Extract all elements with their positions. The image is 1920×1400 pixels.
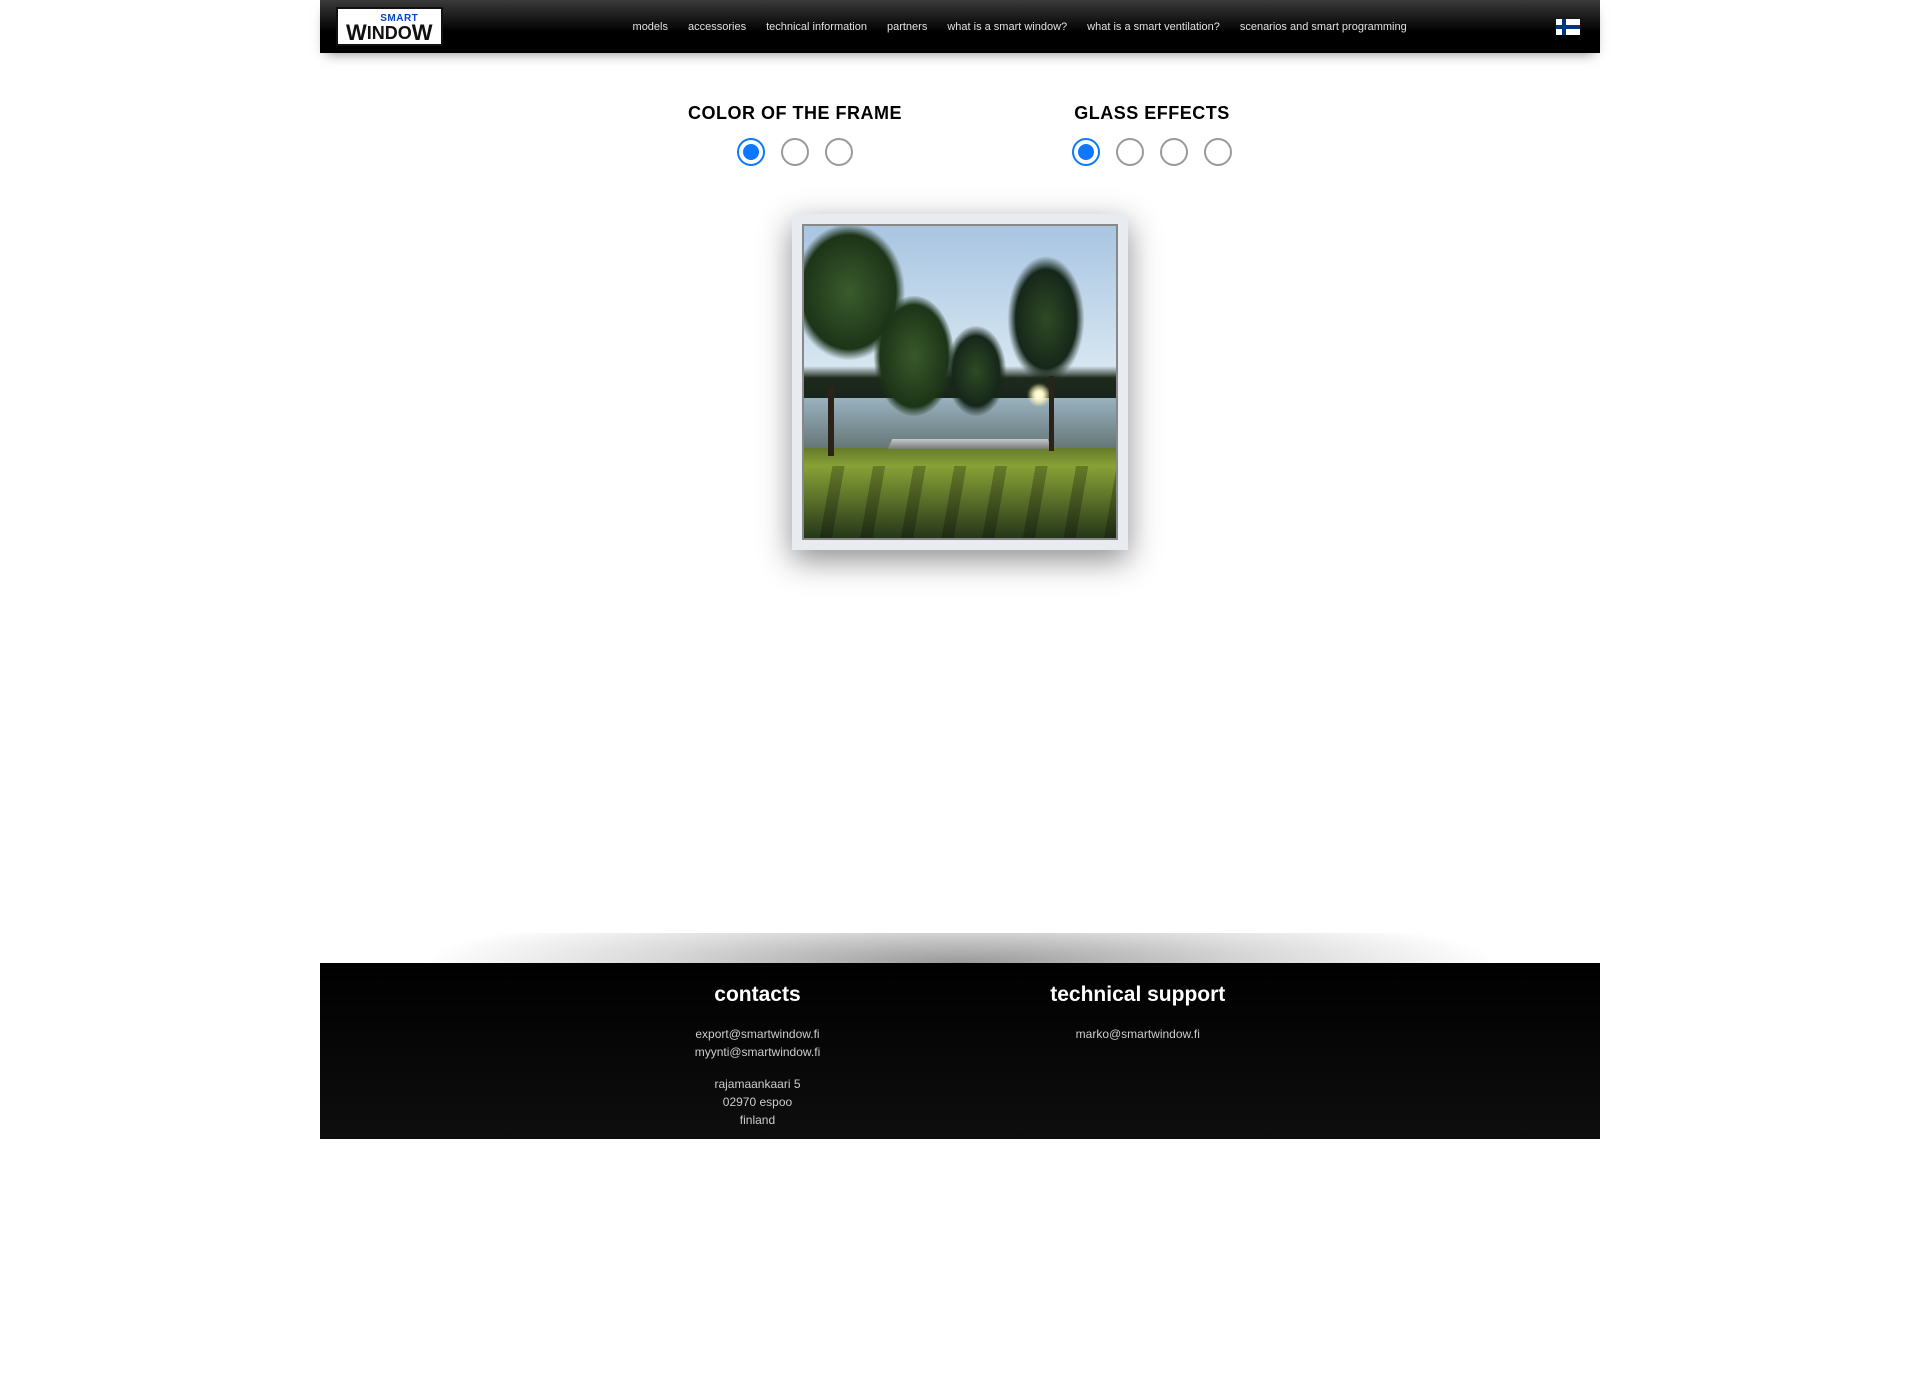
frame-color-radios: [688, 138, 902, 166]
preview-scene: [804, 226, 1116, 538]
scene-shadows: [804, 466, 1116, 538]
glass-effect-option-4[interactable]: [1204, 138, 1232, 166]
footer-support: technical support marko@smartwindow.fi: [1050, 983, 1225, 1131]
frame-color-option-2[interactable]: [781, 138, 809, 166]
footer-contacts-heading: contacts: [695, 983, 821, 1007]
frame-color-option-3[interactable]: [825, 138, 853, 166]
footer-support-heading: technical support: [1050, 983, 1225, 1007]
scene-tree-right: [996, 256, 1096, 436]
window-preview-frame: [792, 214, 1128, 550]
window-preview-pane: [802, 224, 1118, 540]
footer-support-email[interactable]: marko@smartwindow.fi: [1050, 1027, 1225, 1041]
footer-contact-email-2[interactable]: myynti@smartwindow.fi: [695, 1045, 821, 1059]
frame-color-group: COLOR OF THE FRAME: [688, 103, 902, 166]
site-footer: contacts export@smartwindow.fi myynti@sm…: [320, 963, 1600, 1139]
frame-color-heading: COLOR OF THE FRAME: [688, 103, 902, 124]
nav-partners[interactable]: partners: [887, 21, 927, 33]
configurator-main: COLOR OF THE FRAME GLASS EFFECTS: [320, 53, 1600, 753]
nav-accessories[interactable]: accessories: [688, 21, 746, 33]
scene-trunk-right: [1049, 376, 1054, 451]
brand-logo[interactable]: SMART WINDOW: [336, 7, 443, 46]
nav-models[interactable]: models: [633, 21, 668, 33]
nav-smart-ventilation[interactable]: what is a smart ventilation?: [1087, 21, 1220, 33]
nav-technical[interactable]: technical information: [766, 21, 867, 33]
footer-contact-email-1[interactable]: export@smartwindow.fi: [695, 1027, 821, 1041]
nav-scenarios[interactable]: scenarios and smart programming: [1240, 21, 1407, 33]
footer-address-3: finland: [695, 1113, 821, 1127]
language-flag-fi-icon[interactable]: [1556, 19, 1580, 35]
glass-effects-heading: GLASS EFFECTS: [1072, 103, 1232, 124]
glass-effect-option-2[interactable]: [1116, 138, 1144, 166]
frame-color-option-1[interactable]: [737, 138, 765, 166]
footer-contacts: contacts export@smartwindow.fi myynti@sm…: [695, 983, 821, 1131]
glass-effect-option-1[interactable]: [1072, 138, 1100, 166]
scene-tree-left-2: [874, 296, 954, 416]
footer-top-shadow: [320, 933, 1600, 963]
controls-row: COLOR OF THE FRAME GLASS EFFECTS: [320, 103, 1600, 166]
footer-address-2: 02970 espoo: [695, 1095, 821, 1109]
scene-trunk-left: [828, 386, 834, 456]
site-header: SMART WINDOW models accessories technica…: [320, 0, 1600, 53]
glass-effects-group: GLASS EFFECTS: [1072, 103, 1232, 166]
glass-effect-option-3[interactable]: [1160, 138, 1188, 166]
nav-smart-window[interactable]: what is a smart window?: [947, 21, 1067, 33]
glass-effects-radios: [1072, 138, 1232, 166]
logo-bottom: WINDOW: [346, 21, 433, 43]
scene-dock: [887, 439, 1052, 449]
footer-address-1: rajamaankaari 5: [695, 1077, 821, 1091]
main-nav: models accessories technical information…: [633, 21, 1427, 33]
